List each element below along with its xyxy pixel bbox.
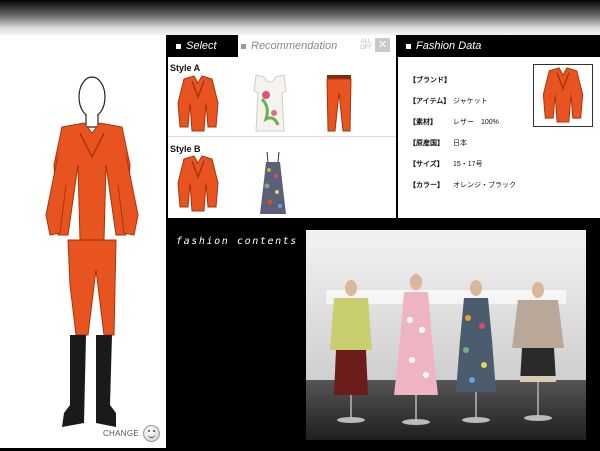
data-row-color: 【カラー】 オレンジ・ブラック xyxy=(409,174,516,195)
data-value: 15・17号 xyxy=(453,160,483,168)
style-row: Style B xyxy=(168,138,396,218)
orange-pants-item[interactable] xyxy=(324,73,354,135)
fashion-contents-image[interactable] xyxy=(306,230,586,440)
fashion-data-panel: 【ブランド】 【アイテム】 ジャケット 【素材】 レザー 100% 【原産国】 … xyxy=(398,57,600,218)
all-off-label: ALL OFF xyxy=(360,39,372,51)
data-key: 【ブランド】 xyxy=(409,76,451,84)
fashion-data-list: 【ブランド】 【アイテム】 ジャケット 【素材】 レザー 100% 【原産国】 … xyxy=(409,69,516,195)
tab-recommendation[interactable]: Recommendation ALL OFF ✕ xyxy=(238,35,396,57)
tab-select[interactable]: Select xyxy=(168,35,238,57)
tab-recommendation-label: Recommendation xyxy=(251,40,338,52)
style-label: Style A xyxy=(170,63,201,73)
dressed-mannequin-image xyxy=(45,76,139,427)
smile-icon xyxy=(143,425,160,442)
fashion-data-title: Fashion Data xyxy=(416,40,482,52)
data-value: ジャケット xyxy=(453,97,488,105)
fashion-data-header: Fashion Data xyxy=(398,35,600,57)
data-row-item: 【アイテム】 ジャケット xyxy=(409,90,516,111)
data-key: 【素材】 xyxy=(409,118,437,126)
tab-select-label: Select xyxy=(186,40,217,52)
orange-jacket-item[interactable] xyxy=(174,153,222,215)
data-value: オレンジ・ブラック xyxy=(453,181,516,189)
orange-jacket-thumbnail-image xyxy=(542,67,584,123)
data-key: 【原産国】 xyxy=(409,139,444,147)
style-row: Style A xyxy=(168,57,396,137)
square-bullet-icon xyxy=(406,43,411,49)
orange-jacket-item[interactable] xyxy=(174,73,222,135)
close-icon: ✕ xyxy=(375,38,390,52)
floral-top-item[interactable] xyxy=(250,73,290,133)
data-row-origin: 【原産国】 日本 xyxy=(409,132,516,153)
style-select-panel: Style A Style B xyxy=(168,57,396,218)
data-row-size: 【サイズ】 15・17号 xyxy=(409,153,516,174)
all-off-button[interactable]: ALL OFF ✕ xyxy=(359,38,390,52)
data-value: レザー 100% xyxy=(453,118,499,126)
square-bullet-icon xyxy=(241,43,246,49)
data-row-material: 【素材】 レザー 100% xyxy=(409,111,516,132)
square-bullet-icon xyxy=(176,43,181,49)
fashion-contents-title: fashion contents xyxy=(176,236,298,247)
data-value: 日本 xyxy=(453,139,467,147)
data-key: 【サイズ】 xyxy=(409,160,444,168)
top-gradient-band xyxy=(0,0,600,35)
data-row-brand: 【ブランド】 xyxy=(409,69,516,90)
mannequin-panel: CHANGE xyxy=(0,35,166,448)
showroom-mannequins-image xyxy=(306,230,586,440)
selected-item-thumbnail xyxy=(533,64,593,127)
change-button[interactable]: CHANGE xyxy=(103,425,160,442)
data-key: 【カラー】 xyxy=(409,181,444,189)
data-key: 【アイテム】 xyxy=(409,97,451,105)
change-label: CHANGE xyxy=(102,429,139,438)
patterned-dress-item[interactable] xyxy=(258,150,288,216)
